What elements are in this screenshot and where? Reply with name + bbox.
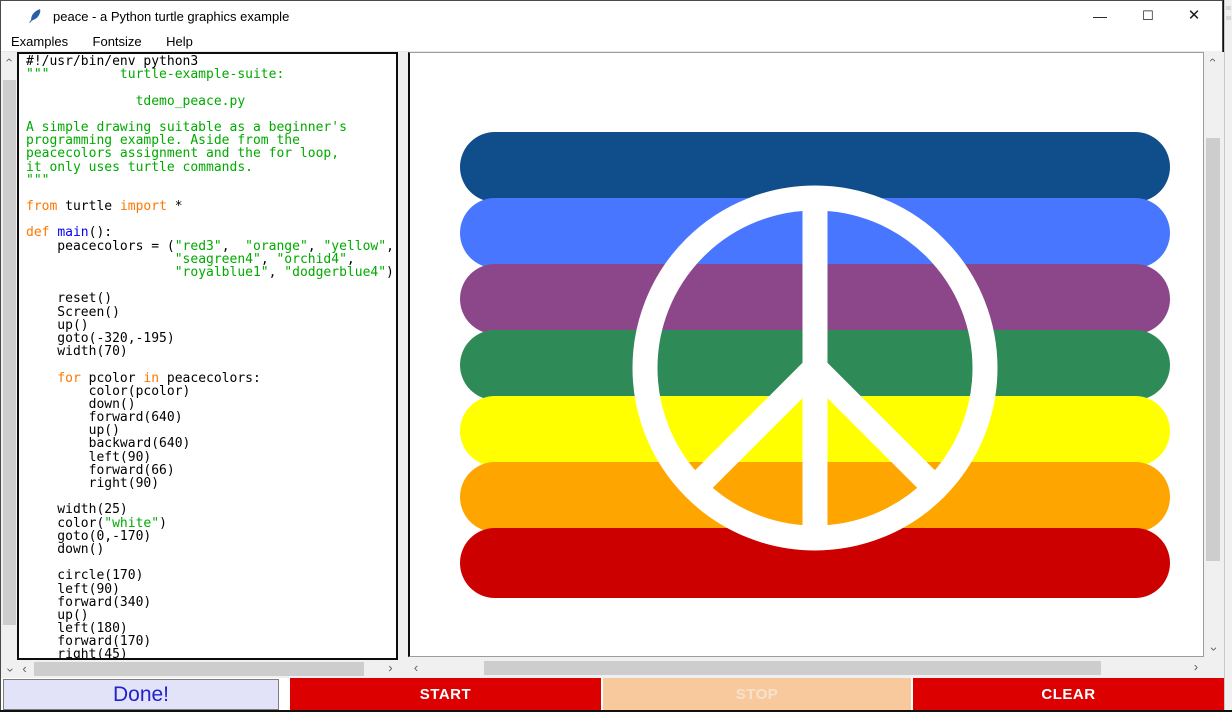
- code-line: it only uses turtle commands.: [26, 161, 394, 174]
- window-title: peace - a Python turtle graphics example: [53, 9, 289, 24]
- canvas-vscrollbar[interactable]: ‹ ‹: [1204, 52, 1222, 657]
- peace-drawing: [410, 53, 1204, 656]
- menu-help[interactable]: Help: [156, 31, 203, 49]
- code-line: down(): [26, 543, 394, 556]
- menu-fontsize[interactable]: Fontsize: [83, 31, 152, 49]
- scroll-right-icon[interactable]: ‹: [383, 661, 398, 677]
- code-line: right(45): [26, 648, 394, 660]
- status-row: Done! START STOP CLEAR: [1, 678, 1222, 711]
- scroll-up-icon[interactable]: ‹: [1205, 51, 1221, 69]
- scroll-left-icon[interactable]: ‹: [17, 661, 32, 677]
- background-window-sliver: [1224, 0, 1232, 710]
- code-line: """: [26, 174, 394, 187]
- menu-examples[interactable]: Examples: [1, 31, 78, 49]
- editor-vscroll-thumb[interactable]: [3, 80, 16, 625]
- canvas-hscrollbar[interactable]: ‹ ‹: [408, 660, 1204, 677]
- scroll-right-icon[interactable]: ‹: [1188, 660, 1204, 676]
- editor-hscroll-thumb[interactable]: [34, 662, 364, 676]
- code-line: """ turtle-example-suite:: [26, 68, 394, 81]
- menu-bar: Examples Fontsize Help: [1, 31, 1222, 52]
- status-label: Done!: [3, 679, 279, 710]
- canvas-frame: ‹ ‹ ‹ ‹: [406, 52, 1224, 678]
- scroll-down-icon[interactable]: ‹: [1205, 640, 1221, 658]
- code-line: right(90): [26, 477, 394, 490]
- clear-button[interactable]: CLEAR: [913, 678, 1224, 711]
- app-window: peace - a Python turtle graphics example…: [0, 0, 1223, 710]
- scroll-left-icon[interactable]: ‹: [408, 660, 424, 676]
- tk-feather-icon: [27, 8, 43, 24]
- editor-vscrollbar[interactable]: ‹ ‹: [2, 52, 17, 678]
- close-button[interactable]: ✕: [1172, 1, 1216, 31]
- code-line: "royalblue1", "dodgerblue4"): [26, 266, 394, 279]
- code-editor[interactable]: #!/usr/bin/env python3""" turtle-example…: [17, 52, 398, 660]
- turtle-canvas: [408, 52, 1204, 657]
- canvas-hscroll-thumb[interactable]: [484, 661, 1101, 675]
- start-button[interactable]: START: [290, 678, 601, 711]
- code-text: #!/usr/bin/env python3""" turtle-example…: [26, 55, 394, 660]
- editor-hscrollbar[interactable]: ‹ ‹: [17, 661, 398, 678]
- code-line: width(70): [26, 345, 394, 358]
- code-line: tdemo_peace.py: [26, 95, 394, 108]
- main-area: ‹ ‹ #!/usr/bin/env python3""" turtle-exa…: [1, 52, 1222, 678]
- canvas-vscroll-thumb[interactable]: [1206, 138, 1220, 561]
- code-line: from turtle import *: [26, 200, 394, 213]
- maximize-button[interactable]: ☐: [1126, 1, 1170, 31]
- stop-button[interactable]: STOP: [603, 678, 911, 711]
- scroll-down-icon[interactable]: ‹: [2, 663, 18, 678]
- scroll-up-icon[interactable]: ‹: [2, 53, 18, 68]
- title-bar: peace - a Python turtle graphics example…: [1, 1, 1222, 31]
- minimize-button[interactable]: —: [1078, 1, 1122, 31]
